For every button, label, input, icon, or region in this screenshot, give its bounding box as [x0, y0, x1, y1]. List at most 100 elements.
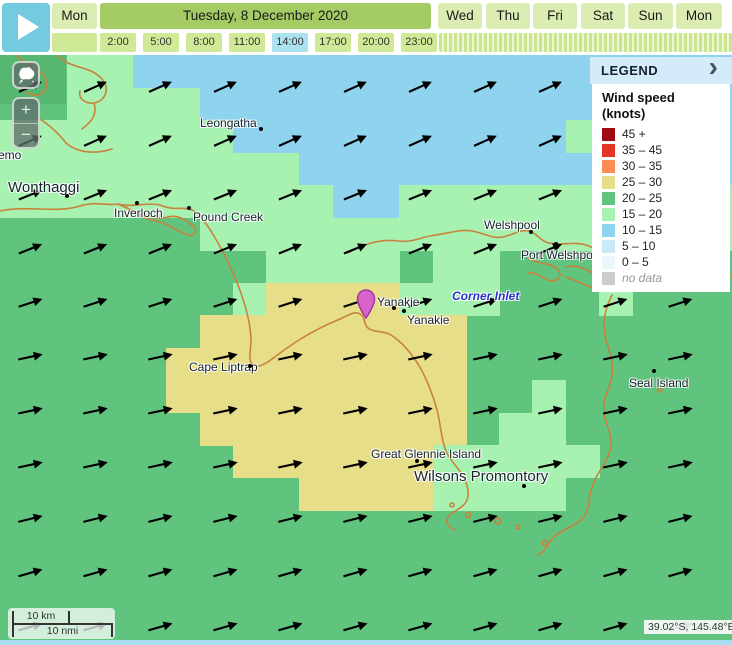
legend-entry-label: 0 – 5 [622, 255, 649, 269]
wind-arrow-icon [209, 616, 241, 638]
wind-arrow-icon [534, 400, 566, 422]
wind-arrow-icon [209, 130, 241, 152]
place-dot [529, 230, 533, 234]
legend-entry: 25 – 30 [602, 174, 730, 190]
wind-arrow-icon [209, 238, 241, 260]
place-dot [392, 306, 396, 310]
time-row-lead-segment [52, 33, 97, 52]
legend-swatch [602, 272, 615, 285]
wind-arrow-icon [144, 292, 176, 314]
timeline-stripes[interactable] [439, 33, 732, 52]
wind-arrow-icon [79, 76, 111, 98]
time-tab-1400-selected[interactable]: 14:00 [272, 33, 308, 52]
day-tab-wed-2[interactable]: Wed [438, 3, 482, 29]
wind-arrow-icon [14, 562, 46, 584]
time-tab-200[interactable]: 2:00 [100, 33, 136, 52]
day-tab-fri-4[interactable]: Fri [533, 3, 577, 29]
legend-entry: 0 – 5 [602, 254, 730, 270]
place-dot [187, 206, 191, 210]
time-tab-500[interactable]: 5:00 [143, 33, 179, 52]
wind-arrow-icon [14, 346, 46, 368]
scale-nmi-label: 10 nmi [12, 623, 113, 637]
wind-arrow-icon [404, 616, 436, 638]
wind-arrow-icon [274, 454, 306, 476]
wind-arrow-icon [469, 130, 501, 152]
wind-arrow-icon [14, 508, 46, 530]
wind-arrow-icon [79, 400, 111, 422]
wind-arrow-icon [599, 562, 631, 584]
wind-arrow-icon [339, 76, 371, 98]
wind-arrow-icon [664, 292, 696, 314]
zoom-in-button[interactable]: + [14, 99, 38, 124]
time-tab-2000[interactable]: 20:00 [358, 33, 394, 52]
wind-arrow-icon [339, 184, 371, 206]
legend-swatch [602, 192, 615, 205]
wind-arrow-icon [469, 562, 501, 584]
legend-entry: 20 – 25 [602, 190, 730, 206]
wind-arrow-icon [664, 454, 696, 476]
wind-arrow-icon [274, 508, 306, 530]
wind-arrow-icon [209, 184, 241, 206]
wind-arrow-icon [664, 346, 696, 368]
wind-arrow-icon [79, 562, 111, 584]
date-time-bar: MonTuesday, 8 December 2020WedThuFriSatS… [0, 0, 732, 55]
place-label-wonthaggi: Wonthaggi [8, 179, 79, 196]
day-tab-mon-7[interactable]: Mon [676, 3, 722, 29]
time-tab-2300[interactable]: 23:00 [401, 33, 437, 52]
wind-arrow-icon [144, 454, 176, 476]
location-pin-marker[interactable] [356, 289, 376, 319]
legend-entry: 15 – 20 [602, 206, 730, 222]
wind-arrow-icon [534, 346, 566, 368]
place-dot [415, 459, 419, 463]
wind-arrow-icon [339, 400, 371, 422]
day-tab-sun-6[interactable]: Sun [628, 3, 673, 29]
time-tab-1700[interactable]: 17:00 [315, 33, 351, 52]
time-tab-800[interactable]: 8:00 [186, 33, 222, 52]
legend-entry-label: 25 – 30 [622, 175, 662, 189]
time-tab-1100[interactable]: 11:00 [229, 33, 265, 52]
legend-entry: 5 – 10 [602, 238, 730, 254]
day-tab-mon-0[interactable]: Mon [52, 3, 97, 29]
bottom-strip [0, 640, 732, 645]
legend-entry-label: no data [622, 271, 662, 285]
chevron-right-icon[interactable]: › [709, 55, 718, 83]
legend-entry: 30 – 35 [602, 158, 730, 174]
place-dot [248, 364, 252, 368]
wind-arrow-icon [274, 130, 306, 152]
legend-entry: 45 + [602, 126, 730, 142]
place-label-inverloch: Inverloch [114, 206, 163, 220]
australia-icon [14, 64, 38, 86]
day-tab-sat-5[interactable]: Sat [581, 3, 625, 29]
zoom-out-button[interactable]: − [14, 124, 38, 148]
wind-arrow-icon [404, 76, 436, 98]
wind-arrow-icon [79, 184, 111, 206]
place-dot [522, 484, 526, 488]
wind-arrow-icon [144, 130, 176, 152]
island-dot [516, 525, 520, 529]
wind-arrow-icon [14, 292, 46, 314]
wind-arrow-icon [144, 508, 176, 530]
legend-panel: Wind speed (knots) 45 +35 – 4530 – 3525 … [592, 84, 730, 292]
legend-header[interactable]: LEGEND › [590, 57, 732, 84]
wind-arrow-icon [469, 184, 501, 206]
wind-arrow-icon [14, 238, 46, 260]
map-coordinates: 39.02°S, 145.48°E [644, 620, 732, 634]
wind-arrow-icon [469, 238, 501, 260]
wind-arrow-icon [469, 76, 501, 98]
day-tab-thu-3[interactable]: Thu [486, 3, 530, 29]
day-tab-selected-date[interactable]: Tuesday, 8 December 2020 [100, 3, 431, 29]
legend-swatch [602, 160, 615, 173]
legend-swatch [602, 224, 615, 237]
legend-swatch [602, 176, 615, 189]
wind-arrow-icon [469, 508, 501, 530]
australia-locator-button[interactable] [12, 61, 40, 89]
place-dot [65, 194, 69, 198]
wind-arrow-icon [404, 184, 436, 206]
play-button[interactable] [2, 3, 50, 52]
wind-arrow-icon [404, 130, 436, 152]
wind-arrow-icon [339, 616, 371, 638]
legend-entries: 45 +35 – 4530 – 3525 – 3020 – 2515 – 201… [602, 126, 730, 286]
map-viewport[interactable]: LeongathaemoWonthaggiInverlochPound Cree… [0, 55, 732, 640]
place-dot [402, 309, 406, 313]
wind-arrow-icon [209, 508, 241, 530]
